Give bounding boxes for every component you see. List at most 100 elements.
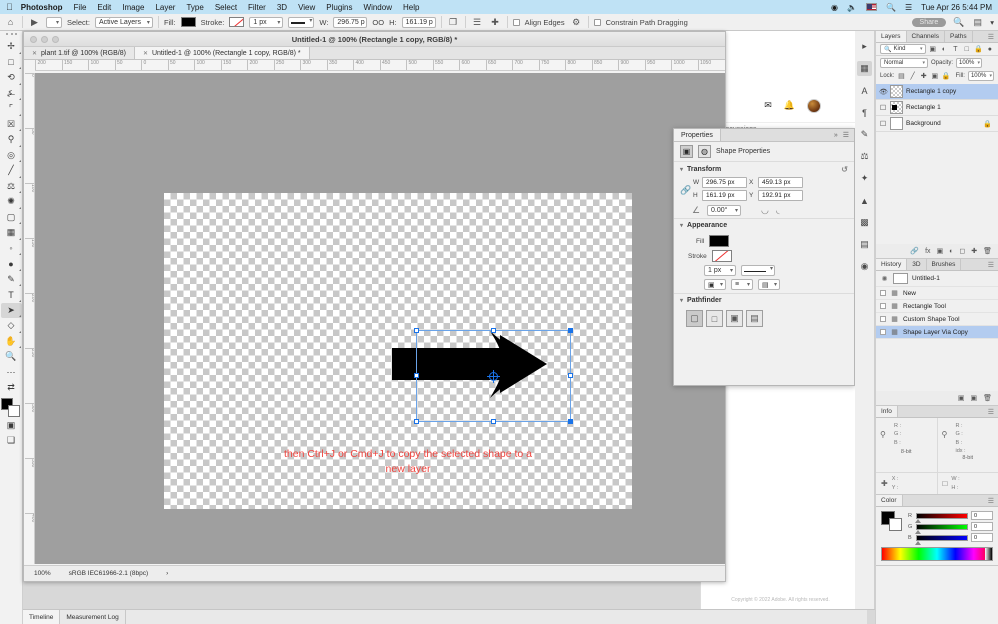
path-alignment-icon[interactable]: ☰ bbox=[471, 16, 484, 29]
transform-section-header[interactable]: ▾ Transform ↺ bbox=[674, 161, 854, 177]
history-snapshot-thumbnail[interactable] bbox=[893, 273, 908, 284]
pathfinder-section-header[interactable]: ▾ Pathfinder bbox=[674, 293, 854, 307]
link-dimensions-icon[interactable]: OO bbox=[372, 18, 384, 27]
tab-info[interactable]: Info bbox=[876, 406, 898, 417]
lock-image-pixels-icon[interactable]: ╱ bbox=[908, 72, 916, 80]
layer-row-rectangle-1-copy[interactable]: 👁 Rectangle 1 copy bbox=[876, 84, 998, 100]
flip-vertical-icon[interactable]: ◟ bbox=[776, 205, 785, 216]
tab-layers[interactable]: Layers bbox=[876, 31, 907, 42]
properties-icon[interactable]: ▦ bbox=[857, 61, 872, 76]
chevron-down-icon[interactable]: ▾ bbox=[680, 166, 683, 173]
rectangular-marquee-tool[interactable]: □ bbox=[1, 55, 22, 71]
resize-handle-s[interactable] bbox=[491, 419, 496, 424]
layer-thumbnail[interactable] bbox=[890, 117, 903, 130]
history-state-new[interactable]: ▦ New bbox=[876, 287, 998, 300]
b-slider[interactable] bbox=[916, 535, 968, 541]
r-value-input[interactable]: 0 bbox=[971, 511, 993, 520]
zoom-level[interactable]: 100% bbox=[34, 570, 51, 577]
path-operations-icon[interactable]: ❐ bbox=[447, 16, 460, 29]
intersect-shapes-icon[interactable]: ▣ bbox=[726, 310, 743, 327]
lock-all-icon[interactable]: 🔒 bbox=[942, 72, 951, 80]
chevron-down-icon[interactable]: ▾ bbox=[680, 297, 683, 304]
shape-properties-icon[interactable]: ▣ bbox=[680, 145, 693, 158]
stroke-style-dropdown[interactable] bbox=[288, 17, 314, 28]
custom-shape-tool[interactable]: ◇ bbox=[1, 318, 22, 334]
panel-menu-icon[interactable]: ☰ bbox=[988, 406, 998, 417]
menu-layer[interactable]: Layer bbox=[155, 3, 175, 12]
background-color-swatch[interactable] bbox=[889, 518, 902, 531]
filter-type-icon[interactable]: T bbox=[951, 46, 959, 53]
menu-help[interactable]: Help bbox=[403, 3, 419, 12]
resize-handle-e[interactable] bbox=[568, 373, 573, 378]
chevron-down-icon[interactable]: ▾ bbox=[680, 222, 683, 229]
history-state-checkbox[interactable] bbox=[880, 290, 886, 296]
layer-filter-kind-dropdown[interactable]: 🔍 Kind bbox=[880, 44, 926, 54]
resize-handle-nw[interactable] bbox=[414, 328, 419, 333]
histogram-icon[interactable]: ▲ bbox=[857, 193, 872, 208]
share-button[interactable]: Share bbox=[912, 18, 947, 27]
angle-input[interactable]: 0.00° bbox=[707, 205, 741, 216]
stroke-corner-icon[interactable]: ▤ bbox=[758, 279, 780, 290]
stroke-color-swatch[interactable] bbox=[712, 250, 732, 262]
menu-plugins[interactable]: Plugins bbox=[326, 3, 352, 12]
lock-icon[interactable]: 🔒 bbox=[983, 120, 995, 128]
combine-shapes-icon[interactable]: ▢ bbox=[686, 310, 703, 327]
new-layer-icon[interactable]: ✚ bbox=[971, 247, 977, 255]
active-tool-icon[interactable]: ▶ bbox=[28, 16, 41, 29]
canvas-area[interactable]: then Ctrl+J or Cmd+J to copy the selecte… bbox=[35, 73, 725, 564]
tab-3d[interactable]: 3D bbox=[907, 259, 926, 270]
resize-handle-n[interactable] bbox=[491, 328, 496, 333]
adjustments-icon[interactable]: ⚖ bbox=[857, 149, 872, 164]
spot-healing-brush-tool[interactable]: ◎ bbox=[1, 148, 22, 164]
y-input[interactable]: 192.91 px bbox=[758, 190, 803, 201]
search-icon[interactable]: 🔍 bbox=[952, 16, 965, 29]
us-flag-icon[interactable] bbox=[866, 3, 877, 11]
menu-filter[interactable]: Filter bbox=[248, 3, 266, 12]
delete-layer-icon[interactable]: 🗑 bbox=[983, 247, 992, 255]
color-chips[interactable] bbox=[881, 511, 903, 531]
create-document-from-state-icon[interactable]: ▣ bbox=[958, 394, 965, 402]
frame-tool[interactable]: ☒ bbox=[1, 117, 22, 133]
stroke-width-dropdown[interactable]: 1 px bbox=[249, 17, 283, 28]
mask-properties-icon[interactable]: ◍ bbox=[698, 145, 711, 158]
move-tool[interactable]: ✢ bbox=[1, 39, 22, 55]
tab-color[interactable]: Color bbox=[876, 495, 903, 506]
r-slider[interactable] bbox=[916, 513, 968, 519]
filter-smart-object-icon[interactable]: 🔒 bbox=[974, 45, 983, 53]
eyedropper-tool[interactable]: ⚲ bbox=[1, 132, 22, 148]
flip-horizontal-icon[interactable]: ◡ bbox=[761, 205, 770, 216]
filter-toggle-icon[interactable]: ● bbox=[986, 46, 994, 53]
background-color-swatch[interactable] bbox=[8, 405, 20, 417]
workspace-switcher-icon[interactable]: ▤ bbox=[971, 16, 984, 29]
history-state-checkbox[interactable] bbox=[880, 316, 886, 322]
avatar[interactable] bbox=[807, 99, 821, 113]
layer-visibility-icon[interactable]: 👁 bbox=[879, 88, 887, 96]
resize-handle-ne[interactable] bbox=[568, 328, 573, 333]
panel-menu-icon[interactable]: ☰ bbox=[988, 259, 998, 270]
close-icon[interactable]: ✕ bbox=[32, 50, 37, 57]
menu-window[interactable]: Window bbox=[364, 3, 392, 12]
swap-colors-icon[interactable]: ⇄ bbox=[1, 380, 22, 396]
blend-mode-dropdown[interactable]: Normal bbox=[880, 58, 928, 68]
menu-edit[interactable]: Edit bbox=[97, 3, 111, 12]
tab-measurement-log[interactable]: Measurement Log bbox=[60, 610, 125, 624]
type-tool[interactable]: T bbox=[1, 287, 22, 303]
notifications-icon[interactable]: 🔔 bbox=[784, 100, 795, 111]
pen-tool[interactable]: ✎ bbox=[1, 272, 22, 288]
vertical-ruler[interactable]: 050100150200250300350400 bbox=[24, 73, 35, 564]
quick-mask-icon[interactable]: ▣ bbox=[1, 418, 22, 434]
stroke-width-input[interactable]: 1 px bbox=[704, 265, 736, 276]
link-width-height-icon[interactable]: 🔗 bbox=[680, 185, 689, 196]
stroke-style-dropdown[interactable] bbox=[741, 265, 775, 276]
history-brush-tool[interactable]: ✺ bbox=[1, 194, 22, 210]
mail-icon[interactable]: ✉ bbox=[764, 100, 772, 111]
lasso-tool[interactable]: ⟲ bbox=[1, 70, 22, 86]
document-tab-plant[interactable]: ✕ plant 1.tif @ 100% (RGB/8) bbox=[24, 47, 135, 59]
tab-channels[interactable]: Channels bbox=[907, 31, 945, 42]
navigator-icon[interactable]: ▩ bbox=[857, 215, 872, 230]
stroke-align-icon[interactable]: ▣ bbox=[704, 279, 726, 290]
gear-icon[interactable]: ⚙ bbox=[570, 16, 583, 29]
layer-visibility-icon[interactable]: ☐ bbox=[879, 104, 887, 112]
x-input[interactable]: 459.13 px bbox=[758, 177, 803, 188]
more-tools[interactable]: ⋯ bbox=[1, 365, 22, 381]
